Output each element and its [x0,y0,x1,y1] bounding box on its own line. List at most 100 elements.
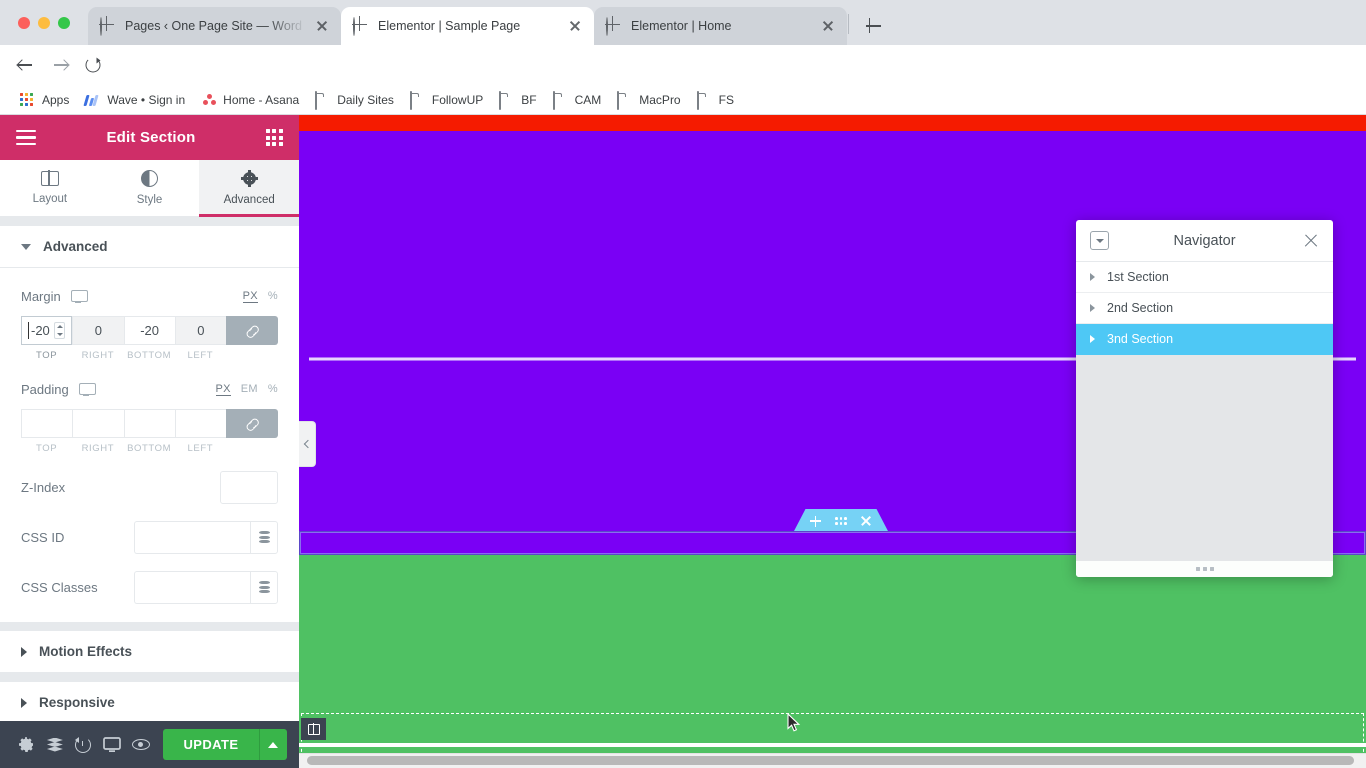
browser-tab-0[interactable]: Pages ‹ One Page Site — Word [88,7,341,45]
close-icon[interactable] [861,516,872,527]
margin-left-sublabel: LEFT [187,350,214,361]
page-title: Edit Section [106,129,196,146]
update-button[interactable]: UPDATE [162,729,259,760]
margin-top-stepper[interactable] [54,322,66,339]
chevron-right-icon[interactable] [1090,273,1095,281]
minimize-window-button[interactable] [38,17,50,29]
canvas-red-strip[interactable] [299,115,1366,131]
browser-tab-0-close-icon[interactable] [313,17,331,35]
monitor-icon[interactable] [70,289,88,303]
padding-unit-em[interactable]: EM [241,383,258,395]
padding-link-toggle[interactable] [226,409,278,438]
padding-unit-percent[interactable]: % [268,383,278,395]
navigator-list: 1st Section 2nd Section 3nd Section [1076,262,1333,561]
margin-link-toggle[interactable] [226,316,278,345]
css-classes-field [134,571,278,604]
padding-right-input[interactable] [72,409,124,438]
navigator-item-3nd-section[interactable]: 3nd Section [1076,324,1333,355]
maximize-window-button[interactable] [58,17,70,29]
padding-label: Padding [21,381,69,397]
panel-spacer [0,673,299,682]
browser-tab-1-close-icon[interactable] [566,17,584,35]
margin-unit-percent[interactable]: % [268,290,278,302]
apps-grid-icon[interactable] [265,129,283,146]
margin-bottom-cell [123,316,175,345]
margin-bottom-input[interactable] [123,316,175,345]
accordion-responsive-label: Responsive [39,695,115,710]
margin-right-input[interactable] [72,316,124,345]
collapse-all-icon[interactable] [1090,231,1109,250]
tab-layout[interactable]: Layout [0,160,100,216]
bookmark-cam[interactable]: CAM [546,89,609,111]
z-index-input[interactable] [220,471,278,504]
css-classes-input[interactable] [134,571,250,604]
accordion-responsive[interactable]: Responsive [0,682,299,724]
reload-button[interactable] [80,52,106,78]
globe-icon [353,17,369,36]
plus-icon[interactable] [810,515,822,527]
accordion-motion-effects[interactable]: Motion Effects [0,631,299,673]
bookmark-fs[interactable]: FS [690,89,741,111]
bookmark-apps-label: Apps [42,92,70,107]
bookmark-apps[interactable]: Apps [13,89,76,111]
bookmark-wave[interactable]: Wave • Sign in [78,89,192,111]
tab-advanced-label: Advanced [223,194,275,206]
section-toolbar[interactable] [793,509,889,533]
close-icon[interactable] [1303,233,1319,249]
update-group: UPDATE [162,729,287,760]
padding-unit-px[interactable]: PX [215,383,231,396]
forward-button[interactable] [48,52,74,78]
margin-fields [21,316,278,345]
drag-handle-icon[interactable] [835,517,847,525]
chevron-right-icon[interactable] [1090,304,1095,312]
padding-left-input[interactable] [174,409,226,438]
layers-icon [46,737,63,752]
settings-button[interactable] [12,721,41,768]
css-classes-dynamic-button[interactable] [250,571,278,604]
asana-icon [201,92,217,108]
browser-tab-1[interactable]: Elementor | Sample Page [341,7,594,45]
accordion-motion-effects-label: Motion Effects [39,644,132,659]
bookmark-bf[interactable]: BF [492,89,543,111]
tab-style[interactable]: Style [100,160,200,216]
database-icon [258,531,270,544]
padding-units: PX EM % [215,383,278,396]
margin-unit-px[interactable]: PX [242,290,258,303]
margin-left-input[interactable] [174,316,226,345]
navigator-item-1st-section[interactable]: 1st Section [1076,262,1333,293]
bookmark-followup[interactable]: FollowUP [403,89,490,111]
back-button[interactable] [12,52,38,78]
bookmark-daily-sites[interactable]: Daily Sites [308,89,401,111]
update-options-button[interactable] [258,729,287,760]
browser-tab-2-close-icon[interactable] [819,17,837,35]
bookmark-macpro[interactable]: MacPro [610,89,687,111]
responsive-mode-button[interactable] [98,721,127,768]
css-id-input[interactable] [134,521,250,554]
history-button[interactable] [69,721,98,768]
elementor-editor-window: Pages ‹ One Page Site — Word Elementor |… [0,0,1366,768]
tab-divider [848,14,849,34]
preview-button[interactable] [126,721,155,768]
monitor-icon[interactable] [78,382,96,396]
navigator-resize-handle[interactable] [1076,561,1333,577]
hamburger-icon[interactable] [16,130,36,145]
navigator-button[interactable] [41,721,70,768]
browser-tab-2[interactable]: Elementor | Home [594,7,847,45]
tab-strip: Pages ‹ One Page Site — Word Elementor |… [0,0,1366,45]
accordion-advanced[interactable]: Advanced [0,226,299,268]
panel-collapse-button[interactable] [299,421,316,467]
navigator-panel[interactable]: Navigator 1st Section 2nd Section 3nd Se… [1076,220,1333,577]
navigator-item-2nd-section[interactable]: 2nd Section [1076,293,1333,324]
horizontal-scrollbar[interactable] [299,753,1366,768]
bookmark-asana[interactable]: Home - Asana [194,89,306,111]
close-window-button[interactable] [18,17,30,29]
database-icon [258,581,270,594]
chevron-right-icon[interactable] [1090,335,1095,343]
css-id-dynamic-button[interactable] [250,521,278,554]
new-tab-button[interactable] [862,14,886,38]
column-handle-button[interactable] [301,718,326,740]
padding-bottom-input[interactable] [123,409,175,438]
padding-top-input[interactable] [21,409,73,438]
tab-advanced[interactable]: Advanced [199,160,300,217]
horizontal-scrollbar-thumb[interactable] [307,756,1354,765]
